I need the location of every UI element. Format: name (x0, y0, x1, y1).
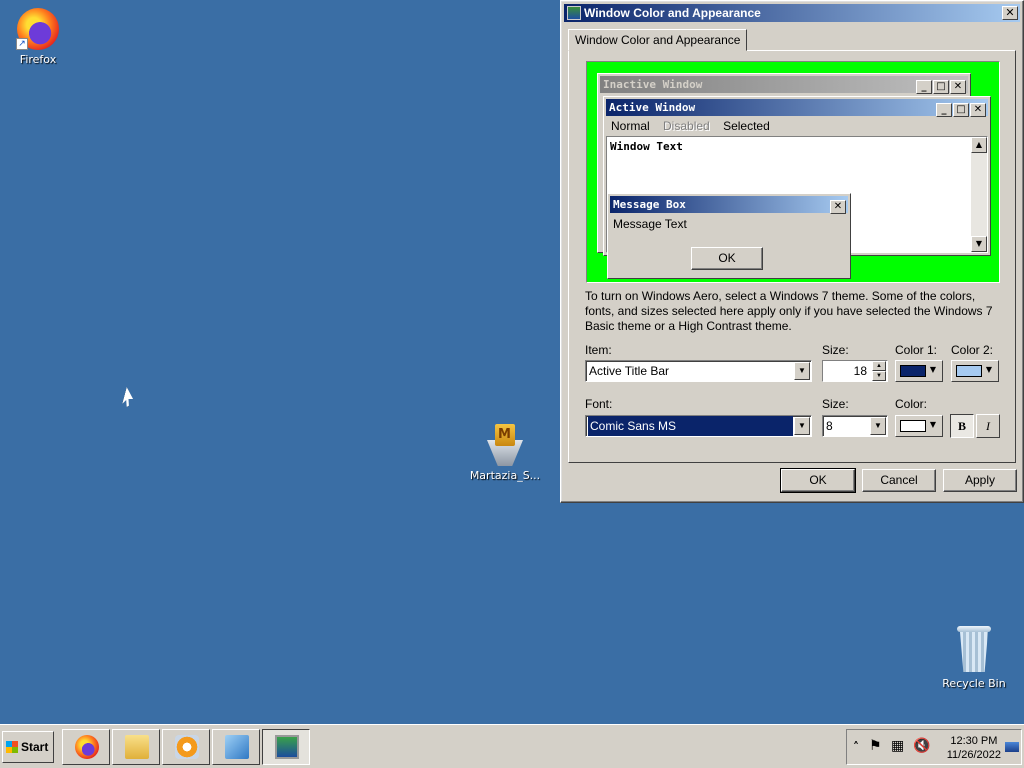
font-size-value: 8 (826, 419, 833, 433)
preview-menu-bar: Normal Disabled Selected (606, 117, 988, 135)
chevron-down-icon[interactable]: ▼ (794, 417, 810, 435)
media-player-icon (175, 735, 199, 759)
folder-icon (125, 735, 149, 759)
cancel-button[interactable]: Cancel (862, 469, 936, 492)
size-value: 18 (853, 364, 867, 378)
size-label: Size: (822, 343, 849, 357)
preview-inactive-title: Inactive Window _ □ ✕ (600, 76, 968, 94)
taskbar-media-player[interactable] (162, 729, 210, 765)
minimize-icon: _ (936, 103, 952, 117)
system-tray: ˄ ⚑ ▦ 🔇 12:30 PM 11/26/2022 (846, 729, 1022, 765)
font-color-picker[interactable]: ▼ (895, 415, 943, 437)
apply-button[interactable]: Apply (943, 469, 1017, 492)
show-desktop-icon[interactable] (1005, 742, 1019, 752)
desktop-icon-recycle-bin[interactable]: Recycle Bin (936, 626, 1012, 690)
taskbar: Start ˄ ⚑ ▦ 🔇 12:30 PM 11/26/2022 (0, 724, 1024, 768)
bold-toggle[interactable]: B (950, 414, 974, 438)
chevron-down-icon: ▼ (985, 365, 993, 374)
font-color-swatch (900, 420, 926, 432)
scroll-down-icon[interactable]: ▼ (971, 236, 987, 252)
desktop-icon-martazia[interactable]: M Martazia_S... (467, 420, 543, 482)
color1-swatch (900, 365, 926, 377)
preview-message-box[interactable]: Message Box ✕ Message Text OK (607, 193, 851, 279)
message-box-title: Message Box ✕ (610, 196, 848, 214)
action-center-flag-icon[interactable]: ⚑ (869, 738, 882, 754)
close-icon: ✕ (830, 200, 846, 214)
close-icon: ✕ (970, 103, 986, 117)
shortcut-arrow-icon: ↗ (16, 38, 28, 50)
display-settings-icon (567, 6, 581, 20)
minimize-icon: _ (916, 80, 932, 94)
clock[interactable]: 12:30 PM 11/26/2022 (947, 734, 1001, 762)
close-icon: ✕ (950, 80, 966, 94)
clock-time: 12:30 PM (950, 735, 998, 747)
close-button[interactable]: ✕ (1002, 6, 1018, 20)
font-label: Font: (585, 397, 613, 411)
dialog-title-bar[interactable]: Window Color and Appearance ✕ (564, 4, 1020, 22)
windows-logo-icon (6, 741, 18, 753)
size-spinner[interactable]: 18 ▲ ▼ (822, 360, 888, 382)
color2-picker[interactable]: ▼ (951, 360, 999, 382)
item-label: Item: (585, 343, 612, 357)
preview-active-title: Active Window _ □ ✕ (606, 99, 988, 117)
desktop-icon-label: Firefox (19, 53, 57, 66)
message-text: Message Text (613, 217, 687, 231)
appearance-preview[interactable]: Inactive Window _ □ ✕ Active Window _ □ ✕ No… (586, 61, 1000, 283)
chevron-down-icon[interactable]: ▼ (870, 417, 886, 435)
menu-normal[interactable]: Normal (611, 119, 650, 133)
taskbar-display-settings[interactable] (262, 729, 310, 765)
recycle-bin-icon (957, 626, 991, 674)
font-size-label: Size: (822, 397, 849, 411)
item-dropdown[interactable]: Active Title Bar ▼ (585, 360, 812, 382)
window-text: Window Text (610, 140, 683, 153)
message-box-ok-button[interactable]: OK (691, 247, 763, 270)
spin-up-icon[interactable]: ▲ (872, 361, 886, 371)
start-button[interactable]: Start (2, 731, 54, 763)
firefox-icon (75, 735, 99, 759)
network-icon[interactable]: ▦ (891, 738, 904, 754)
tray-chevron-icon[interactable]: ˄ (853, 740, 859, 754)
tab-window-color-appearance[interactable]: Window Color and Appearance (568, 29, 748, 51)
chevron-down-icon[interactable]: ▼ (794, 362, 810, 380)
font-size-dropdown[interactable]: 8 ▼ (822, 415, 888, 437)
clock-date: 11/26/2022 (946, 749, 1001, 761)
preview-scrollbar[interactable]: ▲ ▼ (971, 137, 987, 252)
menu-disabled: Disabled (663, 119, 710, 133)
maximize-icon: □ (933, 80, 949, 94)
chevron-down-icon: ▼ (929, 420, 937, 429)
volume-muted-icon[interactable]: 🔇 (913, 738, 930, 754)
aero-description: To turn on Windows Aero, select a Window… (585, 289, 993, 333)
color1-label: Color 1: (895, 343, 938, 357)
ok-button[interactable]: OK (780, 468, 856, 493)
font-value: Comic Sans MS (588, 416, 793, 436)
mouse-cursor-icon (121, 387, 138, 407)
font-dropdown[interactable]: Comic Sans MS ▼ (585, 415, 812, 437)
start-label: Start (21, 740, 49, 754)
chevron-down-icon: ▼ (929, 365, 937, 374)
desktop-icon-label: Recycle Bin (942, 677, 1006, 690)
control-panel-icon (225, 735, 249, 759)
font-color-label: Color: (895, 397, 928, 411)
desktop-icon-firefox[interactable]: ↗ Firefox (0, 8, 76, 66)
italic-toggle[interactable]: I (976, 414, 1000, 438)
color1-picker[interactable]: ▼ (895, 360, 943, 382)
scroll-up-icon[interactable]: ▲ (971, 137, 987, 153)
monitor-icon (275, 735, 299, 759)
desktop-icon-label: Martazia_S... (469, 469, 541, 482)
castle-icon: M (483, 420, 527, 466)
taskbar-firefox[interactable] (62, 729, 110, 765)
dialog-title: Window Color and Appearance (584, 6, 761, 20)
item-value: Active Title Bar (589, 364, 670, 378)
menu-selected[interactable]: Selected (723, 119, 770, 133)
taskbar-explorer[interactable] (112, 729, 160, 765)
maximize-icon: □ (953, 103, 969, 117)
taskbar-control-panel[interactable] (212, 729, 260, 765)
spin-down-icon[interactable]: ▼ (872, 371, 886, 381)
color2-swatch (956, 365, 982, 377)
color2-label: Color 2: (951, 343, 994, 357)
